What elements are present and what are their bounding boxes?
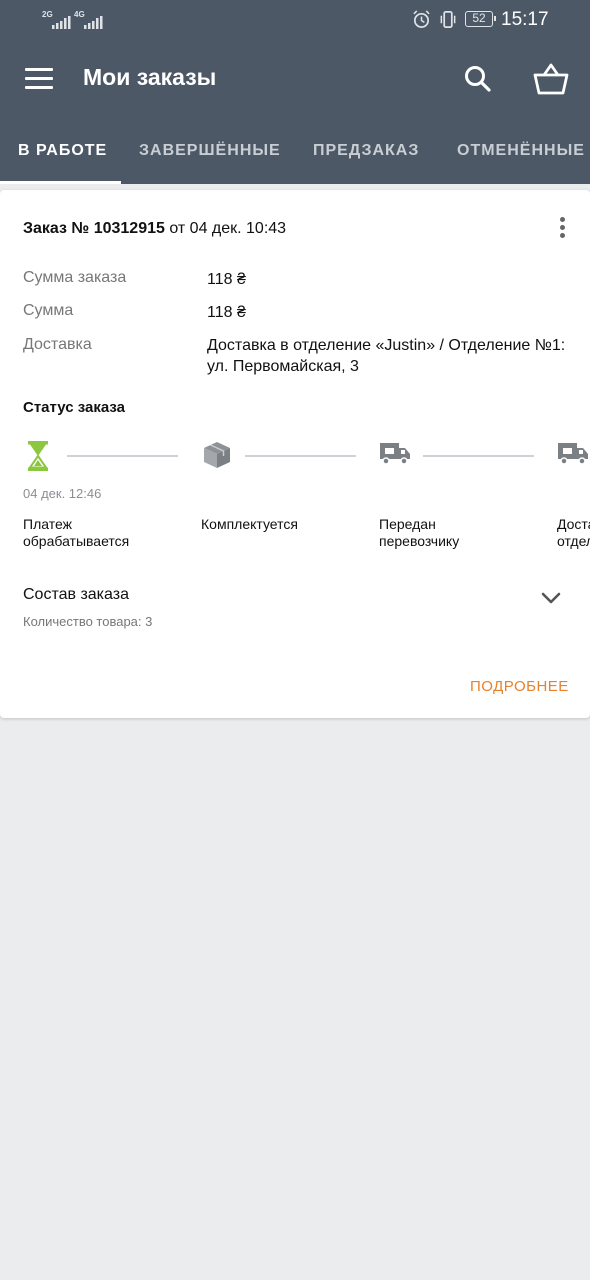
status-step-label: Передан перевозчику — [379, 516, 460, 549]
sum-label: Сумма — [23, 302, 74, 319]
order-card[interactable]: Заказ № 10312915 от 04 дек. 10:43 Сумма … — [0, 190, 590, 718]
chevron-down-icon[interactable] — [540, 590, 562, 606]
menu-icon[interactable] — [25, 68, 53, 90]
status-step-label: Доставленоотделение — [557, 516, 590, 549]
tab-preorder[interactable]: ПРЕДЗАКАЗ — [313, 142, 419, 160]
details-button[interactable]: ПОДРОБНЕЕ — [470, 678, 569, 695]
status-step-label: Комплектуется — [201, 516, 298, 532]
delivery-value: Доставка в отделение «Justin» / Отделени… — [207, 337, 566, 375]
battery-icon: 52 — [465, 11, 496, 27]
status-time: 15:17 — [501, 9, 549, 30]
order-date: от 04 дек. 10:43 — [169, 220, 287, 237]
order-item-count: Количество товара: 3 — [23, 614, 153, 629]
more-vert-icon[interactable] — [555, 217, 569, 243]
sum-value: 118 ₴ — [207, 304, 246, 321]
search-icon[interactable] — [463, 64, 493, 94]
app-bar: Мои заказы — [0, 40, 590, 120]
tab-in-progress[interactable]: В РАБОТЕ — [18, 142, 107, 160]
delivery-truck-icon — [558, 443, 588, 465]
package-icon — [204, 442, 230, 468]
order-number: Заказ № 10312915 — [23, 220, 165, 237]
status-step-connector — [423, 455, 534, 457]
vibrate-icon — [440, 11, 456, 28]
active-tab-indicator — [0, 181, 121, 184]
tab-completed[interactable]: ЗАВЕРШЁННЫЕ — [139, 142, 281, 160]
status-step-date: 04 дек. 12:46 — [23, 486, 102, 501]
status-bar: 2G 4G 52 15:17 — [0, 0, 590, 40]
order-composition-title[interactable]: Состав заказа — [23, 586, 129, 604]
hourglass-icon — [28, 441, 48, 471]
order-tabs: В РАБОТЕ ЗАВЕРШЁННЫЕ ПРЕДЗАКАЗ ОТМЕНЁННЫ… — [0, 120, 590, 184]
order-sum-label: Сумма заказа — [23, 269, 127, 286]
delivery-truck-icon — [380, 443, 410, 465]
status-step-label: Платеж обрабатывается — [23, 516, 130, 549]
order-header: Заказ № 10312915 от 04 дек. 10:43 — [23, 220, 286, 238]
order-status-title: Статус заказа — [23, 399, 125, 416]
tab-cancelled[interactable]: ОТМЕНЁННЫЕ — [457, 142, 585, 160]
status-step-connector — [245, 455, 356, 457]
basket-icon[interactable] — [533, 62, 569, 96]
alarm-icon — [413, 10, 430, 28]
order-sum-value: 118 ₴ — [207, 271, 246, 288]
page-title: Мои заказы — [83, 64, 217, 90]
status-step-connector — [67, 455, 178, 457]
delivery-label: Доставка — [23, 336, 92, 353]
